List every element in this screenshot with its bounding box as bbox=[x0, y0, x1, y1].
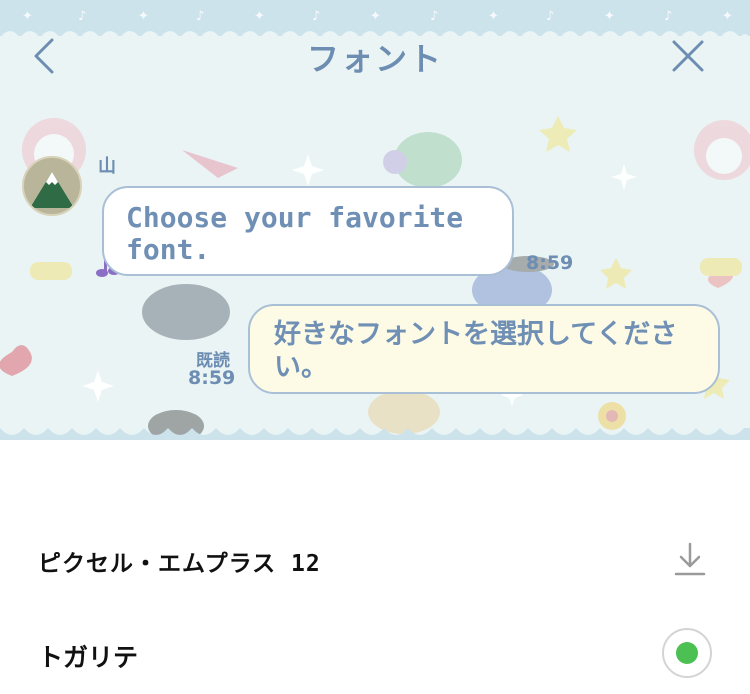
sender-name: 山 bbox=[98, 156, 116, 177]
close-icon bbox=[672, 40, 704, 72]
font-item-label: ピクセル・エムプラス 12 bbox=[38, 551, 321, 577]
incoming-message-bubble: Choose your favorite font. bbox=[102, 186, 514, 276]
radio-selected-icon[interactable] bbox=[662, 628, 712, 678]
font-item-pixel-mplus[interactable]: ピクセル・エムプラス 12 bbox=[0, 514, 750, 604]
incoming-message-time: 8:59 bbox=[526, 252, 574, 274]
mountain-icon bbox=[30, 172, 74, 208]
font-preview-area: ✦ ♪ ✦ ♪ ✦ ♪ ✦ ♪ ✦ ♪ ✦ ♪ ✦ フォント 山 Choose … bbox=[0, 0, 750, 440]
close-button[interactable] bbox=[668, 36, 708, 76]
avatar bbox=[22, 156, 82, 216]
font-item-label: トガリテ bbox=[38, 643, 139, 672]
font-item-togarite[interactable]: トガリテ bbox=[0, 608, 750, 694]
outgoing-message-bubble: 好きなフォントを選択してください。 bbox=[248, 304, 720, 394]
page-title: フォント bbox=[306, 40, 443, 78]
radio-dot bbox=[676, 642, 698, 664]
download-icon[interactable] bbox=[672, 540, 708, 580]
font-list: ピクセル・エムプラス 12 トガリテ bbox=[0, 442, 750, 694]
outgoing-message-time: 8:59 bbox=[188, 367, 236, 389]
scallop-edge-bottom bbox=[0, 428, 750, 440]
